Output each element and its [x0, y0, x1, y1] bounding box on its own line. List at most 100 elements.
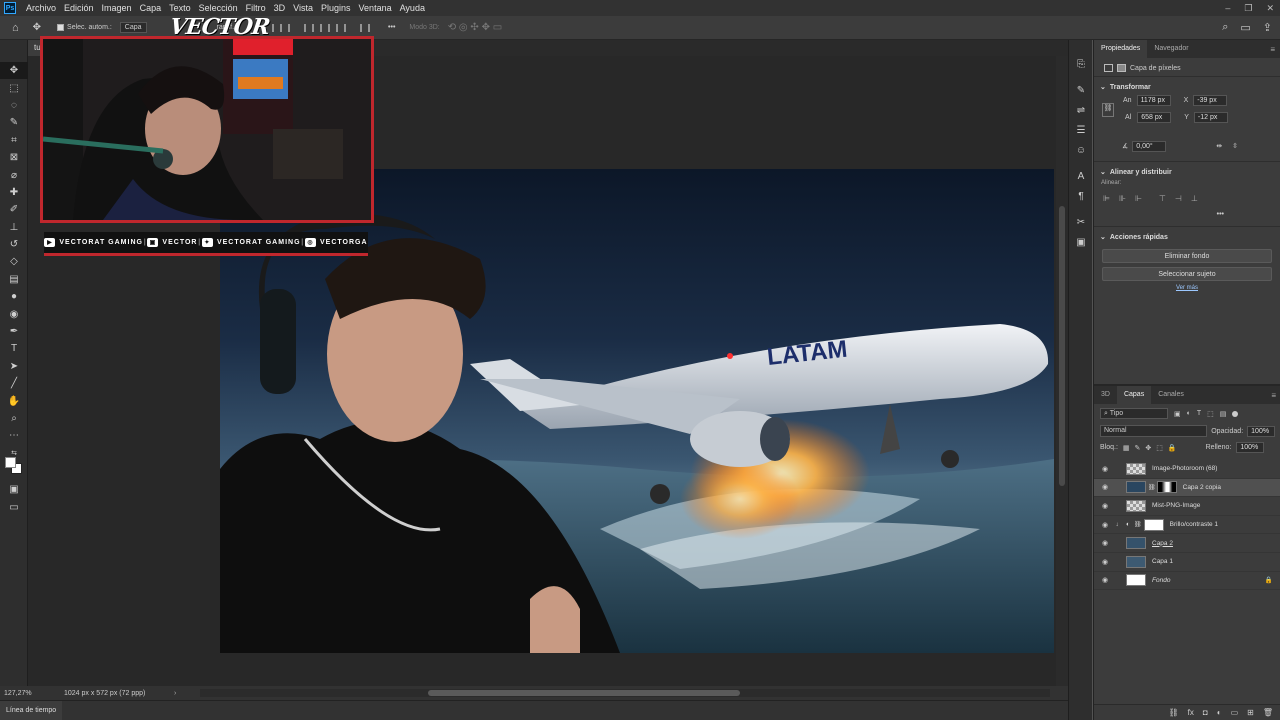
eye-icon[interactable]: ◉ — [1098, 465, 1112, 473]
layer-name[interactable]: Capa 2 — [1152, 540, 1173, 547]
lock-position-icon[interactable]: ✥ — [1145, 444, 1151, 452]
frame-tool-icon[interactable]: ⊠ — [0, 149, 28, 166]
character-panel-icon[interactable]: A — [1069, 166, 1093, 186]
lock-image-icon[interactable]: ✎ — [1135, 444, 1141, 452]
align-top-icon[interactable] — [304, 23, 315, 32]
tab-navigator[interactable]: Navegador — [1147, 40, 1195, 58]
menu-vista[interactable]: Vista — [289, 3, 317, 13]
workspace-icon[interactable]: ▭ — [1240, 21, 1250, 34]
marquee-tool-icon[interactable]: ⬚ — [0, 79, 28, 96]
remove-background-button[interactable]: Eliminar fondo — [1102, 249, 1272, 263]
align-top-icon[interactable]: ⊤ — [1159, 194, 1166, 203]
menu-filtro[interactable]: Filtro — [242, 3, 270, 13]
layer-style-icon[interactable]: fx — [1188, 708, 1194, 717]
clone-stamp-icon[interactable]: ⊥ — [0, 219, 28, 236]
layer-comps-icon[interactable]: ▣ — [1069, 232, 1093, 252]
filter-shape-icon[interactable]: ⬚ — [1207, 410, 1214, 418]
dodge-tool-icon[interactable]: ◉ — [0, 305, 28, 322]
menu-edicion[interactable]: Edición — [60, 3, 98, 13]
lock-transparent-icon[interactable]: ▦ — [1123, 444, 1130, 452]
move-tool-icon[interactable]: ✥ — [0, 62, 28, 80]
tab-layers[interactable]: Capas — [1116, 386, 1152, 404]
more-options-button[interactable]: ••• — [388, 24, 395, 31]
menu-texto[interactable]: Texto — [165, 3, 195, 13]
layer-row-brillo-contraste[interactable]: ◉ ↓ ◐ ⛓ Brillo/contraste 1 — [1094, 516, 1280, 535]
align-left-icon[interactable]: ⊫ — [1103, 194, 1110, 203]
crop-tool-icon[interactable]: ⌗ — [0, 132, 28, 149]
layer-row-image-photoroom[interactable]: ◉ Image-Photoroom (68) — [1094, 460, 1280, 479]
history-panel-icon[interactable]: ⎘ — [1069, 54, 1093, 74]
align-bottom-icon[interactable]: ⊥ — [1191, 194, 1198, 203]
lock-all-icon[interactable]: 🔒 — [1168, 444, 1177, 452]
filter-adjust-icon[interactable]: ◐ — [1187, 410, 1191, 417]
menu-imagen[interactable]: Imagen — [98, 3, 136, 13]
layer-row-mist-png[interactable]: ◉ Mist-PNG-Image — [1094, 497, 1280, 516]
filter-pixel-icon[interactable]: ▣ — [1174, 410, 1181, 418]
path-select-icon[interactable]: ➤ — [0, 358, 28, 375]
link-layers-icon[interactable]: ⛓ — [1169, 708, 1179, 717]
layer-row-fondo[interactable]: ◉ Fondo 🔒 — [1094, 572, 1280, 591]
layer-filter-dropdown[interactable]: ⌕ Tipo — [1100, 408, 1168, 419]
auto-select-checkbox[interactable] — [57, 24, 65, 31]
layer-row-capa-1[interactable]: ◉ Capa 1 — [1094, 553, 1280, 572]
opacity-field[interactable]: 100% — [1247, 425, 1275, 437]
tab-3d[interactable]: 3D — [1094, 386, 1117, 404]
close-icon[interactable]: ✕ — [1266, 3, 1274, 14]
align-section-header[interactable]: ⌄ Alinear y distribuir — [1094, 162, 1280, 180]
align-bottom-icon[interactable] — [336, 23, 347, 32]
fill-field[interactable]: 100% — [1236, 442, 1265, 453]
zoom-level[interactable]: 127,27% — [4, 690, 64, 697]
quick-select-tool-icon[interactable]: ✎ — [0, 114, 28, 131]
align-middle-icon[interactable] — [320, 23, 331, 32]
layer-row-capa-2-copia[interactable]: ◉ ⛓ Capa 2 copia — [1094, 478, 1280, 498]
quick-actions-header[interactable]: ⌄ Acciones rápidas — [1094, 227, 1280, 245]
new-layer-icon[interactable]: ⊞ — [1247, 708, 1254, 717]
blur-tool-icon[interactable]: ● — [0, 288, 28, 305]
auto-select-toggle[interactable]: Selec. autom.: — [57, 24, 112, 31]
layer-mask-thumbnail[interactable] — [1156, 481, 1177, 494]
y-field[interactable]: -12 px — [1193, 112, 1228, 123]
width-field[interactable]: 1178 px — [1136, 95, 1171, 106]
flip-vertical-icon[interactable]: ⇳ — [1232, 142, 1238, 150]
brush-tool-icon[interactable]: ✐ — [0, 201, 28, 218]
more-tools-icon[interactable]: ⋯ — [0, 427, 28, 444]
panel-menu-icon[interactable]: ≡ — [1270, 45, 1275, 54]
menu-seleccion[interactable]: Selección — [195, 3, 242, 13]
restore-icon[interactable]: ❐ — [1244, 3, 1252, 14]
layer-mask-thumbnail[interactable] — [1143, 518, 1164, 531]
layer-name[interactable]: Capa 1 — [1152, 558, 1173, 565]
vertical-scrollbar[interactable] — [1056, 56, 1068, 686]
pen-tool-icon[interactable]: ✒ — [0, 323, 28, 340]
libraries-icon[interactable]: ☰ — [1069, 120, 1093, 140]
minimize-icon[interactable]: – — [1225, 3, 1230, 13]
filter-smart-icon[interactable]: ▤ — [1220, 410, 1227, 418]
vertical-scroll-thumb[interactable] — [1059, 206, 1065, 486]
line-tool-icon[interactable]: ╱ — [0, 375, 28, 392]
menu-3d[interactable]: 3D — [270, 3, 290, 13]
layer-name[interactable]: Fondo — [1152, 577, 1170, 584]
lock-artboard-icon[interactable]: ⬚ — [1156, 444, 1163, 452]
lasso-tool-icon[interactable]: ◌ — [0, 97, 28, 114]
move-tool-icon[interactable]: ✥ — [33, 22, 41, 33]
auto-select-target-dropdown[interactable]: Capa — [119, 22, 147, 33]
layer-name[interactable]: Capa 2 copia — [1183, 484, 1221, 491]
eye-icon[interactable]: ◉ — [1098, 539, 1112, 547]
align-vcenter-icon[interactable]: ⊣ — [1175, 194, 1182, 203]
lock-icon[interactable]: 🔒 — [1265, 576, 1273, 584]
adjustments-icon[interactable]: ⇌ — [1069, 100, 1093, 120]
healing-brush-icon[interactable]: ✚ — [0, 184, 28, 201]
layer-row-capa-2[interactable]: ◉ Capa 2 — [1094, 534, 1280, 553]
tab-channels[interactable]: Canales — [1151, 386, 1191, 404]
add-mask-icon[interactable]: ◘ — [1203, 708, 1208, 717]
eye-icon[interactable]: ◉ — [1098, 483, 1112, 491]
type-tool-icon[interactable]: T — [0, 340, 28, 357]
blend-mode-dropdown[interactable]: Normal — [1100, 425, 1208, 437]
eyedropper-tool-icon[interactable]: ⌀ — [0, 166, 28, 183]
panel-menu-icon[interactable]: ≡ — [1271, 391, 1276, 400]
menu-archivo[interactable]: Archivo — [22, 3, 60, 13]
link-icon[interactable]: ⛓ — [1102, 103, 1114, 117]
menu-ayuda[interactable]: Ayuda — [396, 3, 429, 13]
history-brush-icon[interactable]: ↺ — [0, 236, 28, 253]
gradient-tool-icon[interactable]: ▤ — [0, 271, 28, 288]
more-align-options-icon[interactable]: ••• — [1094, 203, 1280, 218]
